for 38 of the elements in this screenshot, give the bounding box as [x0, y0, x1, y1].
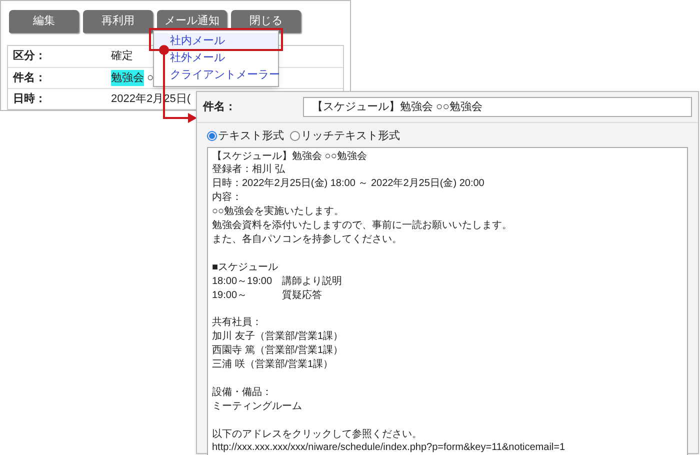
body-text-line: ○○勉強会を実施いたします。: [212, 205, 344, 220]
subject-label: 件名：: [203, 100, 237, 115]
menu-item[interactable]: クライアントメーラー: [154, 67, 278, 84]
body-text-line: 登録者：相川 弘: [212, 163, 285, 178]
menu-item[interactable]: 社内メール: [154, 33, 278, 50]
field-label: 区分：: [12, 48, 47, 64]
body-text-line: 勉強会資料を添付いたしますので、事前に一読お願いいたします。: [212, 219, 512, 233]
body-text-line: 共有社員：: [212, 316, 262, 330]
body-text-line: 西園寺 篤（営業部/営業1課）: [212, 344, 344, 358]
radio-button[interactable]: [290, 131, 300, 142]
body-text-line: 以下のアドレスをクリックして参照ください。: [212, 428, 422, 442]
schedule-item: 質疑応答: [282, 288, 322, 302]
field-value: ○: [147, 70, 154, 86]
toolbar-button[interactable]: 再利用: [83, 10, 153, 33]
field-label: 件名：: [12, 70, 47, 86]
body-text-line: 設備・備品：: [212, 386, 272, 400]
subject-field[interactable]: 【スケジュール】勉強会 ○○勉強会: [303, 97, 692, 117]
message-body-field[interactable]: [207, 146, 688, 455]
radio-label: リッチテキスト形式: [301, 129, 400, 144]
body-text-line: また、各自パソコンを持参してください。: [212, 232, 402, 247]
menu-item[interactable]: 社外メール: [154, 50, 278, 67]
highlighted-text: 勉強会: [111, 70, 144, 86]
body-text-line: 日時：2022年2月25日(金) 18:00 ～ 2022年2月25日(金) 20:00: [212, 177, 484, 192]
schedule-time: 19:00～: [212, 288, 248, 302]
body-text-line: http://xxx.xxx.xxx/xxx/niware/schedule/index.php?p=form&key=11&noticemail=1: [212, 441, 566, 455]
body-text-line: ■スケジュール: [212, 260, 278, 275]
radio-label: テキスト形式: [218, 129, 284, 144]
body-text-line: 加川 友子（営業部/営業1課）: [212, 330, 344, 344]
toolbar-button[interactable]: 編集: [9, 10, 79, 33]
body-text-line: ミーティングルーム: [212, 400, 302, 414]
body-text-line: 【スケジュール】勉強会 ○○勉強会: [212, 150, 367, 164]
schedule-time: 18:00～19:00: [212, 274, 274, 289]
radio-button[interactable]: [207, 131, 217, 142]
field-label: 日時：: [12, 92, 47, 107]
field-value: 確定: [111, 48, 133, 64]
body-text-line: 内容：: [212, 191, 242, 206]
body-text-line: 三浦 咲（営業部/営業1課）: [212, 358, 334, 372]
schedule-item: 講師より説明: [282, 274, 342, 289]
